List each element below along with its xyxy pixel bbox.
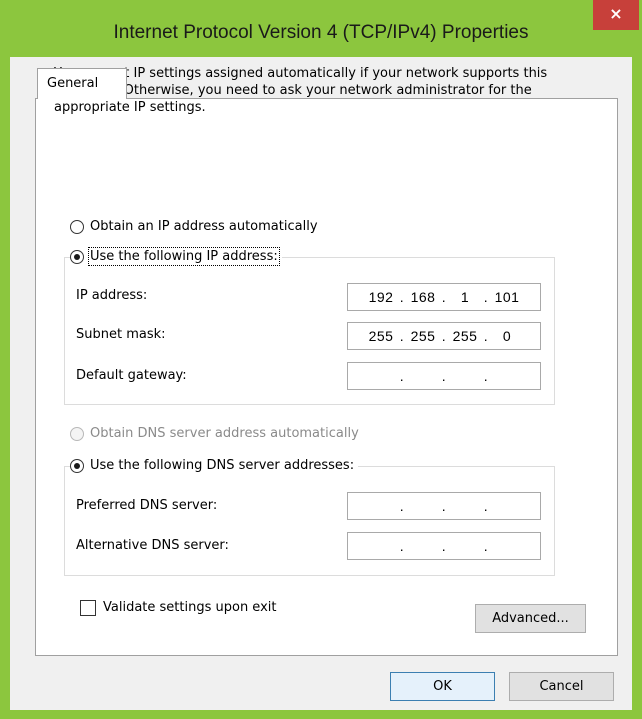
ip-auto-label: Obtain an IP address automatically [90, 219, 318, 234]
default-gateway-field[interactable]: ... [347, 362, 541, 390]
subnet-mask-field[interactable]: 255. 255. 255. 0 [347, 322, 541, 350]
dns-auto-radio [70, 426, 84, 441]
cancel-button-label: Cancel [539, 679, 584, 694]
ip-address-field[interactable]: 192. 168. 1. 101 [347, 283, 541, 311]
subnet-mask-label: Subnet mask: [76, 327, 166, 342]
preferred-dns-label: Preferred DNS server: [76, 498, 218, 513]
tab-general-label: General [47, 76, 99, 91]
advanced-button-label: Advanced... [492, 611, 569, 626]
ip-octet-2: 168 [410, 289, 436, 305]
ip-auto-radio[interactable] [70, 219, 84, 234]
mask-octet-4: 0 [502, 328, 512, 344]
close-icon: × [609, 4, 623, 23]
ip-octet-1: 192 [368, 289, 394, 305]
ip-address-label: IP address: [76, 288, 148, 303]
dns-auto-label: Obtain DNS server address automatically [90, 426, 359, 441]
alternative-dns-field[interactable]: ... [347, 532, 541, 560]
ip-manual-radio[interactable] [70, 249, 84, 264]
ip-manual-radio-row[interactable]: Use the following IP address: [70, 247, 282, 266]
window-title: Internet Protocol Version 4 (TCP/IPv4) P… [113, 22, 529, 43]
mask-octet-3: 255 [452, 328, 478, 344]
close-button[interactable]: × [593, 0, 639, 30]
mask-octet-2: 255 [410, 328, 436, 344]
ip-octet-3: 1 [460, 289, 470, 305]
ip-auto-radio-row[interactable]: Obtain an IP address automatically [70, 219, 318, 234]
cancel-button[interactable]: Cancel [509, 672, 614, 701]
ok-button-label: OK [433, 679, 452, 694]
dns-manual-label: Use the following DNS server addresses: [90, 458, 355, 473]
validate-checkbox[interactable] [80, 600, 96, 616]
advanced-button[interactable]: Advanced... [475, 604, 586, 633]
alternative-dns-label: Alternative DNS server: [76, 538, 229, 553]
default-gateway-label: Default gateway: [76, 368, 187, 383]
ip-manual-label: Use the following IP address: [88, 247, 280, 266]
dns-auto-radio-row: Obtain DNS server address automatically [70, 426, 359, 441]
preferred-dns-field[interactable]: ... [347, 492, 541, 520]
description-text: You can get IP settings assigned automat… [54, 66, 548, 115]
mask-octet-1: 255 [368, 328, 394, 344]
dns-manual-radio-row[interactable]: Use the following DNS server addresses: [70, 458, 359, 473]
ip-octet-4: 101 [494, 289, 520, 305]
ok-button[interactable]: OK [390, 672, 495, 701]
validate-label: Validate settings upon exit [103, 600, 277, 615]
dns-manual-radio[interactable] [70, 458, 84, 473]
dialog-window: Internet Protocol Version 4 (TCP/IPv4) P… [0, 0, 642, 719]
tab-general[interactable]: General [37, 68, 127, 99]
title-bar[interactable]: Internet Protocol Version 4 (TCP/IPv4) P… [0, 0, 642, 57]
